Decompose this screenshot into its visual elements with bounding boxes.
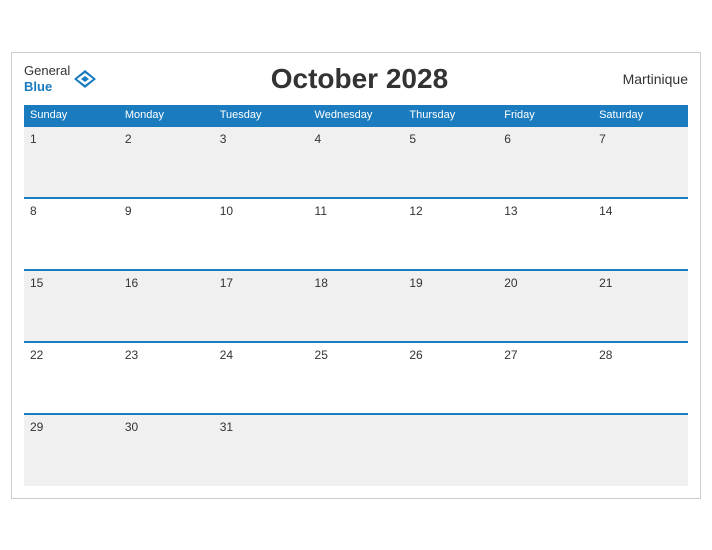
calendar-day: 13 [498,198,593,270]
calendar-container: General Blue October 2028 Martinique Sun… [11,52,701,499]
calendar-day: 12 [403,198,498,270]
logo-text: General Blue [24,63,70,94]
calendar-day: 23 [119,342,214,414]
calendar-day: 18 [309,270,404,342]
week-row-2: 891011121314 [24,198,688,270]
calendar-day: 25 [309,342,404,414]
weekday-header-friday: Friday [498,105,593,126]
calendar-day: 3 [214,126,309,198]
calendar-day: 15 [24,270,119,342]
calendar-day: 22 [24,342,119,414]
weekday-header-thursday: Thursday [403,105,498,126]
calendar-day: 16 [119,270,214,342]
calendar-day: 4 [309,126,404,198]
calendar-day: 7 [593,126,688,198]
calendar-day: 14 [593,198,688,270]
logo-blue: Blue [24,79,70,95]
calendar-day [498,414,593,486]
calendar-day: 21 [593,270,688,342]
calendar-day: 17 [214,270,309,342]
calendar-day: 26 [403,342,498,414]
calendar-day: 28 [593,342,688,414]
logo-flag-icon [74,68,96,90]
calendar-day: 10 [214,198,309,270]
calendar-day [403,414,498,486]
calendar-day [593,414,688,486]
calendar-day: 9 [119,198,214,270]
calendar-location: Martinique [623,71,688,87]
calendar-day: 5 [403,126,498,198]
calendar-day: 19 [403,270,498,342]
calendar-day [309,414,404,486]
weekday-header-tuesday: Tuesday [214,105,309,126]
calendar-day: 6 [498,126,593,198]
weekday-header-row: SundayMondayTuesdayWednesdayThursdayFrid… [24,105,688,126]
logo-general: General [24,63,70,79]
calendar-day: 20 [498,270,593,342]
calendar-day: 27 [498,342,593,414]
week-row-5: 293031 [24,414,688,486]
weekday-header-monday: Monday [119,105,214,126]
calendar-day: 2 [119,126,214,198]
weekday-header-sunday: Sunday [24,105,119,126]
logo: General Blue [24,63,96,94]
calendar-day: 8 [24,198,119,270]
calendar-day: 11 [309,198,404,270]
calendar-day: 30 [119,414,214,486]
calendar-title: October 2028 [271,63,448,95]
weekday-header-saturday: Saturday [593,105,688,126]
week-row-4: 22232425262728 [24,342,688,414]
calendar-grid: SundayMondayTuesdayWednesdayThursdayFrid… [24,105,688,486]
calendar-day: 29 [24,414,119,486]
week-row-3: 15161718192021 [24,270,688,342]
calendar-day: 24 [214,342,309,414]
week-row-1: 1234567 [24,126,688,198]
calendar-header: General Blue October 2028 Martinique [24,63,688,95]
weekday-header-wednesday: Wednesday [309,105,404,126]
calendar-day: 1 [24,126,119,198]
calendar-day: 31 [214,414,309,486]
